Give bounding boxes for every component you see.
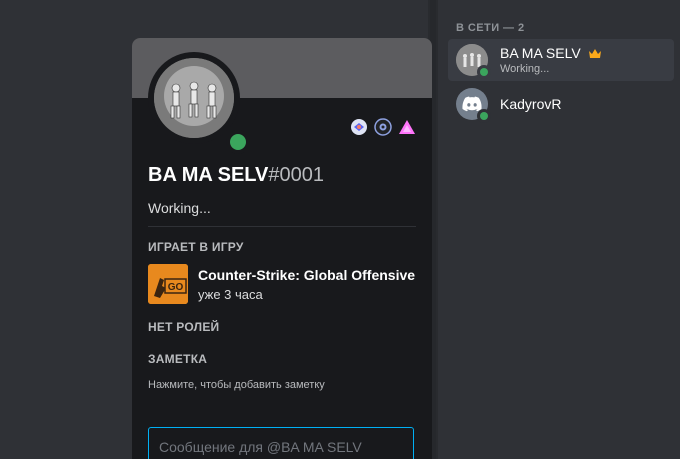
- message-input[interactable]: [148, 427, 414, 459]
- profile-badges: [350, 118, 416, 136]
- playing-section-title: ИГРАЕТ В ИГРУ: [148, 240, 244, 254]
- game-icon-label: GO: [168, 282, 184, 293]
- boost-icon[interactable]: [398, 118, 416, 136]
- username-discriminator: #0001: [268, 164, 324, 186]
- member-name-text: BA MA SELV: [500, 45, 581, 61]
- profile-username: BA MA SELV#0001: [148, 164, 324, 187]
- note-field[interactable]: Нажмите, чтобы добавить заметку: [148, 379, 325, 391]
- profile-avatar-wrapper[interactable]: [148, 52, 250, 154]
- note-section-title: ЗАМЕТКА: [148, 352, 208, 366]
- member-item[interactable]: KadyrovR: [448, 83, 674, 125]
- member-name: BA MA SELV: [500, 45, 602, 62]
- roles-section-title: НЕТ РОЛЕЙ: [148, 320, 220, 334]
- hypesquad-icon[interactable]: [350, 118, 368, 136]
- online-status-indicator: [226, 130, 250, 154]
- username-text: BA MA SELV: [148, 164, 269, 186]
- profile-divider: [148, 226, 416, 227]
- online-members-header: В СЕТИ — 2: [456, 22, 525, 34]
- custom-status: Working...: [148, 200, 211, 216]
- game-elapsed-time: уже 3 часа: [198, 287, 263, 302]
- user-profile-popout: BA MA SELV#0001 Working... ИГРАЕТ В ИГРУ…: [132, 38, 432, 459]
- game-name: Counter-Strike: Global Offensive: [198, 267, 416, 283]
- member-custom-status: Working...: [500, 63, 550, 75]
- nitro-icon[interactable]: [374, 118, 392, 136]
- crown-icon: [588, 46, 602, 62]
- avatar[interactable]: [154, 58, 234, 138]
- online-status-indicator: [477, 65, 491, 79]
- game-icon: GO: [148, 264, 188, 304]
- member-item[interactable]: BA MA SELV Working...: [448, 39, 674, 81]
- member-name: KadyrovR: [500, 96, 562, 112]
- avatar-image: [154, 58, 234, 138]
- online-status-indicator: [477, 109, 491, 123]
